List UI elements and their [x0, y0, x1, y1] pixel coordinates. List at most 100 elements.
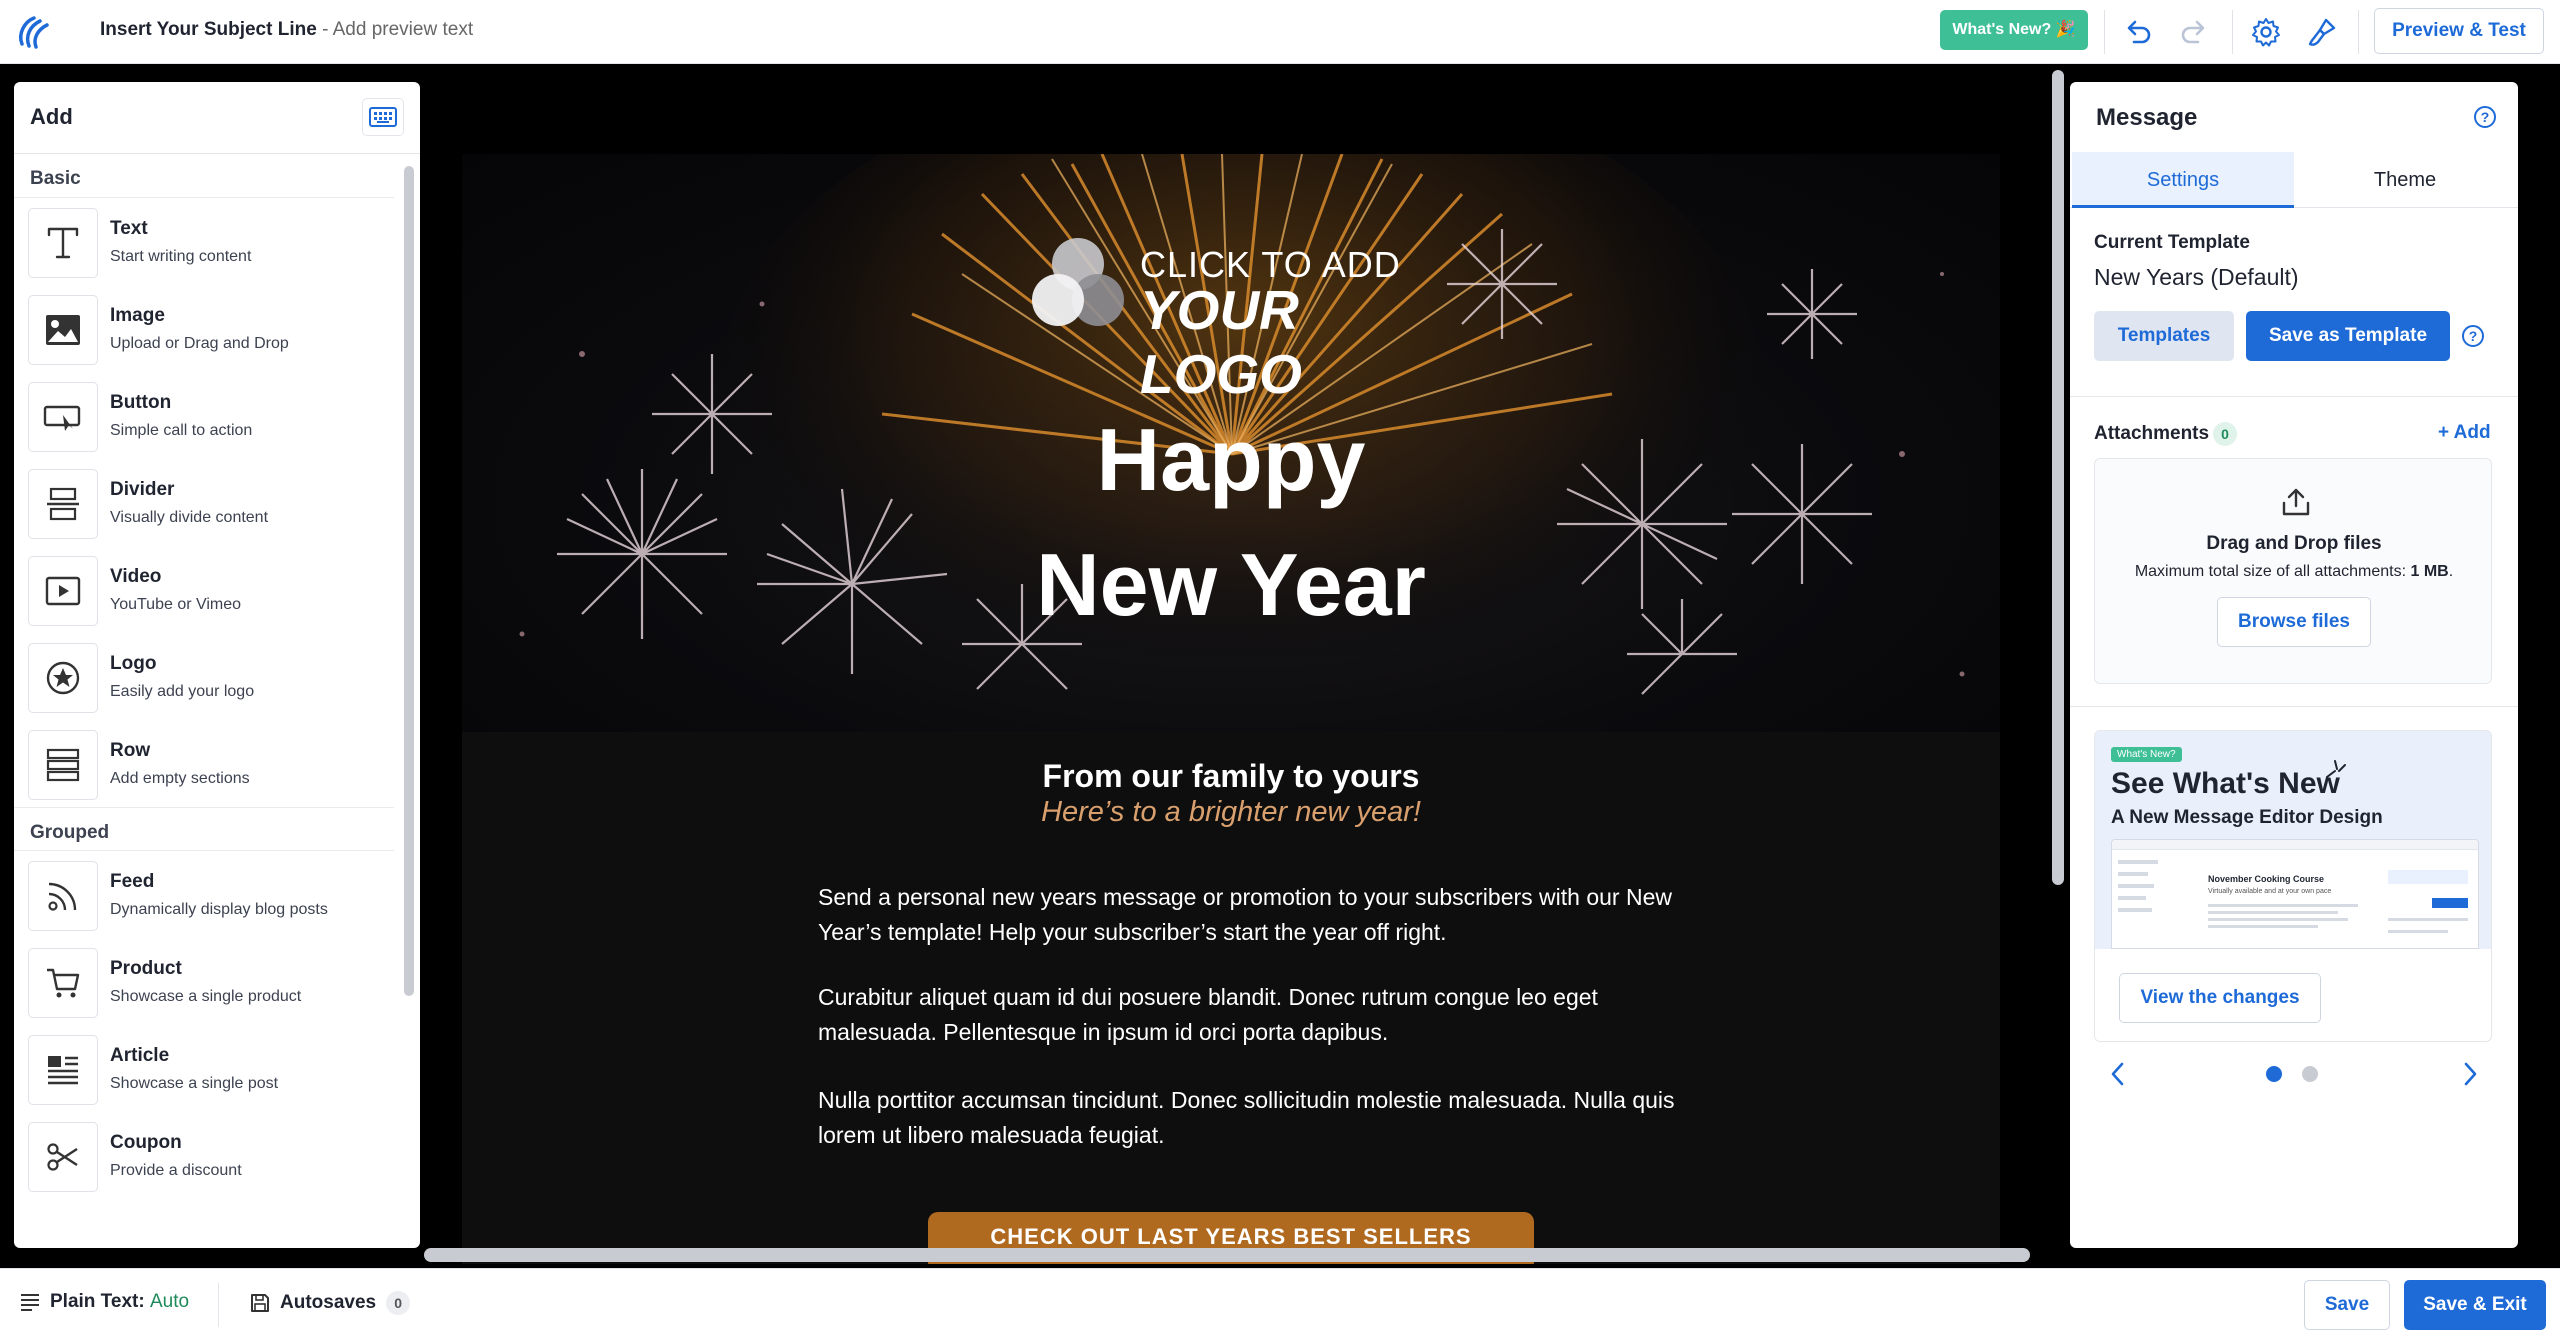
- add-item-video[interactable]: Video YouTube or Vimeo: [14, 546, 394, 633]
- whats-new-subtitle: A New Message Editor Design: [2111, 807, 2383, 828]
- section-basic: Basic: [14, 154, 394, 198]
- paragraph-1[interactable]: Send a personal new years message or pro…: [818, 880, 1678, 950]
- image-icon: [28, 295, 98, 365]
- logo-icon: [28, 643, 98, 713]
- add-item-divider[interactable]: Divider Visually divide content: [14, 459, 394, 546]
- top-bar: Insert Your Subject Line - Add preview t…: [0, 0, 2560, 64]
- whats-new-pill: What's New?: [2111, 747, 2182, 762]
- whats-new-title: See What's New: [2111, 767, 2340, 800]
- logo-placeholder[interactable]: CLICK TO ADD YOUR LOGO: [1028, 234, 1438, 405]
- bottom-bar: Plain Text: Auto Autosaves 0 Save Save & …: [0, 1268, 2560, 1339]
- headline-happy[interactable]: Happy: [462, 409, 2000, 511]
- keyboard-icon: [369, 107, 397, 127]
- save-exit-button[interactable]: Save & Exit: [2404, 1280, 2546, 1330]
- upload-icon: [2281, 487, 2311, 517]
- message-panel: Message ? Settings Theme Current Templat…: [2070, 82, 2518, 1248]
- attachment-dropzone[interactable]: Drag and Drop files Maximum total size o…: [2094, 458, 2492, 684]
- undo-icon[interactable]: [2118, 12, 2158, 52]
- email-body[interactable]: CLICK TO ADD YOUR LOGO Happy New Year Fr…: [462, 154, 2000, 1264]
- canvas-vertical-scrollbar[interactable]: [2052, 70, 2064, 885]
- divider: [218, 1283, 219, 1327]
- templates-button[interactable]: Templates: [2094, 311, 2234, 361]
- add-attachment-link[interactable]: + Add: [2438, 422, 2491, 444]
- divider: [2070, 396, 2518, 397]
- add-item-text[interactable]: Text Start writing content: [14, 198, 394, 285]
- add-panel-scrollbar[interactable]: [404, 166, 414, 996]
- plain-text-toggle[interactable]: Plain Text: Auto: [20, 1291, 189, 1313]
- headline-new-year[interactable]: New Year: [462, 534, 2000, 636]
- add-item-coupon[interactable]: Coupon Provide a discount: [14, 1112, 394, 1199]
- button-icon: [28, 382, 98, 452]
- carousel-prev-icon[interactable]: [2110, 1062, 2126, 1086]
- tab-settings[interactable]: Settings: [2072, 152, 2294, 208]
- subhead[interactable]: From our family to yours: [462, 758, 2000, 795]
- message-tabs: Settings Theme: [2070, 152, 2518, 208]
- save-button[interactable]: Save: [2304, 1280, 2390, 1330]
- preview-test-button[interactable]: Preview & Test: [2374, 8, 2544, 54]
- sparkle-icon: [2326, 760, 2346, 778]
- add-item-logo[interactable]: Logo Easily add your logo: [14, 633, 394, 720]
- editor-preview-screenshot: November Cooking Course Virtually availa…: [2111, 839, 2479, 949]
- help-icon[interactable]: ?: [2474, 106, 2496, 128]
- add-item-row[interactable]: Row Add empty sections: [14, 720, 394, 807]
- divider: [2232, 10, 2233, 54]
- section-grouped: Grouped: [14, 807, 394, 851]
- add-item-product[interactable]: Product Showcase a single product: [14, 938, 394, 1025]
- add-panel-header: Add: [14, 82, 420, 154]
- add-item-article[interactable]: Article Showcase a single post: [14, 1025, 394, 1112]
- paint-brush-icon[interactable]: [2302, 12, 2342, 52]
- add-item-feed[interactable]: Feed Dynamically display blog posts: [14, 851, 394, 938]
- divider: [2358, 10, 2359, 54]
- tab-theme[interactable]: Theme: [2294, 152, 2516, 208]
- current-template-label: Current Template: [2094, 232, 2250, 253]
- logo-placeholder-icon: [1032, 238, 1124, 326]
- row-icon: [28, 730, 98, 800]
- carousel-dot-2[interactable]: [2302, 1066, 2318, 1082]
- add-panel-title: Add: [30, 104, 73, 129]
- whats-new-banner: What's New? See What's New A New Message…: [2095, 731, 2491, 949]
- divider-icon: [28, 469, 98, 539]
- browse-files-button[interactable]: Browse files: [2217, 597, 2371, 647]
- text-icon: [28, 208, 98, 278]
- dropzone-title: Drag and Drop files: [2206, 533, 2382, 554]
- canvas-horizontal-scrollbar[interactable]: [424, 1248, 2030, 1262]
- attachments-label: Attachments 0: [2094, 422, 2238, 446]
- current-template-value: New Years (Default): [2094, 264, 2299, 290]
- add-item-button[interactable]: Button Simple call to action: [14, 372, 394, 459]
- divider: [2070, 706, 2518, 707]
- article-icon: [28, 1035, 98, 1105]
- help-icon[interactable]: ?: [2462, 325, 2484, 347]
- attachments-count-badge: 0: [2213, 422, 2238, 446]
- keyboard-shortcuts-button[interactable]: [362, 98, 404, 136]
- video-icon: [28, 556, 98, 626]
- dropzone-subtitle: Maximum total size of all attachments: 1…: [2134, 563, 2454, 580]
- add-panel-list[interactable]: Basic Text Start writing content Image U…: [14, 154, 394, 1248]
- view-changes-button[interactable]: View the changes: [2119, 973, 2321, 1023]
- plain-text-value: Auto: [149, 1291, 190, 1312]
- carousel-dot-1[interactable]: [2266, 1066, 2282, 1082]
- hero-image[interactable]: CLICK TO ADD YOUR LOGO Happy New Year: [462, 154, 2000, 732]
- lines-icon: [21, 1294, 39, 1311]
- redo-icon[interactable]: [2174, 12, 2214, 52]
- tagline[interactable]: Here’s to a brighter new year!: [462, 796, 2000, 829]
- autosaves-button[interactable]: Autosaves 0: [250, 1291, 411, 1315]
- app-logo[interactable]: [14, 12, 54, 52]
- add-item-image[interactable]: Image Upload or Drag and Drop: [14, 285, 394, 372]
- subject-line[interactable]: Insert Your Subject Line - Add preview t…: [100, 18, 473, 42]
- preview-text[interactable]: - Add preview text: [317, 19, 473, 40]
- divider: [2104, 10, 2105, 54]
- save-disk-icon: [251, 1294, 269, 1312]
- add-panel: Add Basic Text Start writing content Ima…: [14, 82, 420, 1248]
- email-canvas[interactable]: CLICK TO ADD YOUR LOGO Happy New Year Fr…: [420, 64, 2070, 1264]
- gear-icon[interactable]: [2246, 12, 2286, 52]
- whats-new-button[interactable]: What's New? 🎉: [1940, 10, 2088, 50]
- paragraph-3[interactable]: Nulla porttitor accumsan tincidunt. Done…: [818, 1083, 1678, 1153]
- paragraph-2[interactable]: Curabitur aliquet quam id dui posuere bl…: [818, 980, 1678, 1050]
- carousel-next-icon[interactable]: [2462, 1062, 2478, 1086]
- rss-icon: [28, 861, 98, 931]
- whats-new-card: What's New? See What's New A New Message…: [2094, 730, 2492, 1042]
- scissors-icon: [28, 1122, 98, 1192]
- cart-icon: [28, 948, 98, 1018]
- save-as-template-button[interactable]: Save as Template: [2246, 311, 2450, 361]
- message-panel-title: Message: [2096, 104, 2198, 131]
